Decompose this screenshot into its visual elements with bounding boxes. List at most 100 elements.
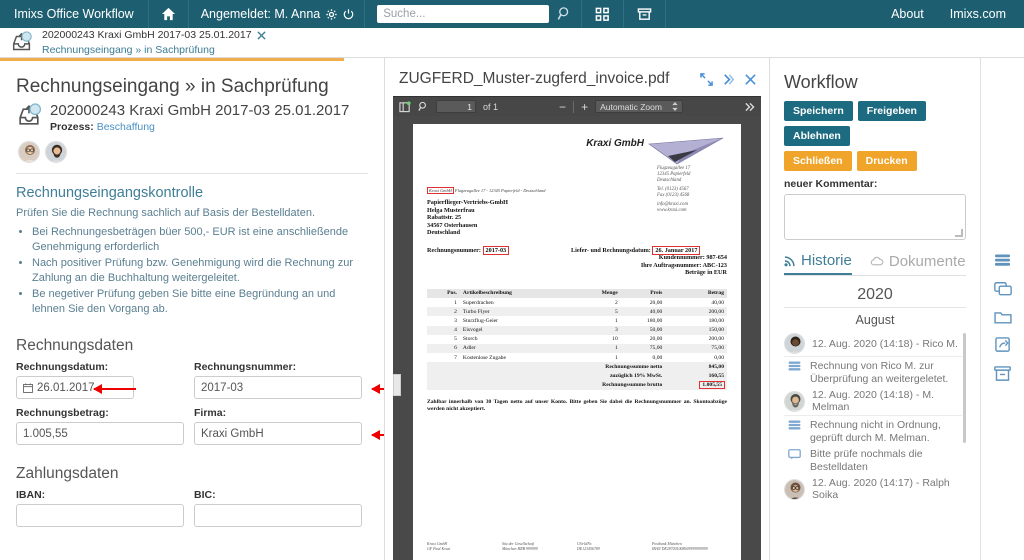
search-icon[interactable] (557, 6, 573, 22)
divider (573, 101, 574, 113)
workflow-panel: Workflow Speichern Freigeben Ablehnen Sc… (770, 58, 1024, 560)
table-row: 3Sturzflug-Geier1180,00180,00 (427, 316, 727, 325)
user-session[interactable]: Angemeldet: M. Anna (189, 7, 365, 21)
history-timestamp: 12. Aug. 2020 (14:17) (812, 477, 913, 489)
summary-row: Rechnungssumme netto845,00 (427, 362, 727, 371)
footer-line: DE123456789 (577, 547, 652, 552)
page-title: Rechnungseingang » in Sachprüfung (16, 76, 368, 98)
search-area (365, 5, 581, 23)
cell: 1 (575, 353, 621, 362)
stack-list-icon[interactable] (994, 254, 1011, 269)
reject-button[interactable]: Ablehnen (784, 126, 850, 146)
gear-icon[interactable] (326, 9, 337, 20)
cell: Superdrachen (460, 298, 575, 307)
cell: Adler (460, 344, 575, 353)
search-input[interactable] (377, 5, 549, 23)
group-title-payment: Zahlungsdaten (16, 465, 368, 483)
cell: 40,00 (665, 298, 727, 307)
avatar[interactable] (18, 141, 40, 163)
home-button[interactable] (149, 7, 188, 21)
pdf-zoom-select[interactable]: Automatic Zoom (595, 100, 683, 113)
chevron-updown-icon (672, 102, 678, 111)
rss-feed-icon (784, 255, 796, 267)
cell: Turbo Flyer (460, 307, 575, 316)
cell: 2 (575, 298, 621, 307)
list-item: 12. Aug. 2020 (14:17) - Ralph Soika Gesp… (784, 477, 962, 501)
folder-icon[interactable] (994, 310, 1012, 324)
bic-input[interactable] (194, 504, 362, 527)
about-link[interactable]: About (891, 7, 924, 21)
close-x-icon[interactable] (257, 31, 266, 40)
close-x-icon[interactable] (744, 73, 757, 86)
print-button[interactable]: Drucken (857, 151, 917, 171)
cell: 1 (575, 316, 621, 325)
tab-dokumente[interactable]: Dokumente (870, 253, 966, 274)
pdf-header: ZUGFERD_Muster-zugferd_invoice.pdf (385, 58, 769, 96)
pdf-more-tools-icon[interactable] (744, 102, 755, 112)
company-input[interactable]: Kraxi GmbH (194, 422, 362, 445)
field-value: 1.005,55 (23, 428, 68, 440)
avatar[interactable] (45, 141, 67, 163)
archive-button[interactable] (624, 7, 665, 22)
list-item: Bei Rechnungesbeträgen büer 500,- EUR is… (32, 225, 368, 255)
sidebar-toggle-icon[interactable] (399, 101, 411, 113)
save-button[interactable]: Speichern (784, 101, 853, 121)
summary-value: 845,00 (665, 362, 727, 371)
approve-button[interactable]: Freigeben (858, 101, 926, 121)
breadcrumb-subject[interactable]: 202000243 Kraxi GmbH 2017-03 25.01.2017 (42, 29, 252, 41)
share-export-icon[interactable] (995, 337, 1011, 353)
field-invoice-number: Rechnungsnummer: 2017-03 (194, 361, 362, 399)
pdf-page-input[interactable]: 1 (436, 100, 476, 113)
field-invoice-amount: Rechnungsbetrag: 1.005,55 (16, 407, 184, 445)
col-price: Preis (621, 289, 666, 298)
field-iban: IBAN: (16, 489, 184, 527)
invoice-number-input[interactable]: 2017-03 (194, 376, 362, 399)
table-row: 1Superdrachen220,0040,00 (427, 298, 727, 307)
annotation-arrow (372, 388, 385, 390)
invoice-meta: Rechnungsnummer: 2017-03 Liefer- und Rec… (427, 247, 727, 277)
pdf-find-icon[interactable] (418, 101, 429, 112)
history-scrollbar[interactable] (963, 333, 966, 443)
archive-icon[interactable] (994, 366, 1011, 382)
power-icon[interactable] (343, 9, 354, 20)
workflow-title: Workflow (784, 72, 966, 93)
list-item: Be negetiver Prüfung geben Sie bitte ein… (32, 287, 368, 317)
pdf-zoom-value: Automatic Zoom (600, 102, 662, 112)
table-row: 5Storch1020,00200,00 (427, 335, 727, 344)
list-item: Nach positiver Prüfung bzw. Genehmigung … (32, 256, 368, 286)
process-link[interactable]: Beschaffung (97, 121, 155, 133)
tab-historie[interactable]: Historie (784, 252, 852, 275)
apps-button[interactable] (582, 7, 623, 22)
cell: 75,00 (621, 344, 666, 353)
comments-icon[interactable] (994, 282, 1012, 297)
main-columns: Rechnungseingang » in Sachprüfung 202000… (0, 58, 1024, 560)
cell: 180,00 (621, 316, 666, 325)
cell: 20,00 (621, 335, 666, 344)
breadcrumb-status[interactable]: Rechnungseingang » in Sachprüfung (42, 44, 266, 56)
cell: 4 (427, 326, 460, 335)
cell: 40,00 (621, 307, 666, 316)
pdf-sidebar-handle[interactable] (393, 374, 401, 396)
pdf-actions (700, 73, 757, 86)
pdf-zoom-out-button[interactable]: − (559, 100, 566, 114)
cell: 2 (427, 307, 460, 316)
total-gross-value: 1.005,55 (699, 381, 725, 389)
field-bic: BIC: (194, 489, 362, 527)
comment-textarea[interactable] (784, 194, 966, 240)
cell: 3 (427, 316, 460, 325)
pdf-zoom-in-button[interactable]: + (581, 100, 588, 114)
cloud-icon (870, 256, 884, 267)
recipient-line: Rabattstr. 25 (427, 214, 727, 222)
annotation-arrow (94, 388, 136, 390)
list-item: 12. Aug. 2020 (14:18) - M. Melman Rechnu… (784, 389, 962, 474)
iban-input[interactable] (16, 504, 184, 527)
history-list[interactable]: 12. Aug. 2020 (14:18) - Rico M. Rechnung… (784, 333, 966, 501)
pdf-canvas[interactable]: Kraxi GmbH Flugzeugallee 17 12345 Papier… (393, 116, 761, 560)
imixs-site-link[interactable]: Imixs.com (950, 7, 1006, 21)
workflow-tabs: Historie Dokumente (784, 252, 966, 275)
invoice-amount-input[interactable]: 1.005,55 (16, 422, 184, 445)
close-button[interactable]: Schließen (784, 151, 852, 171)
cell: 150,00 (665, 326, 727, 335)
chevron-double-right-icon[interactable] (722, 73, 735, 86)
expand-icon[interactable] (700, 73, 713, 86)
